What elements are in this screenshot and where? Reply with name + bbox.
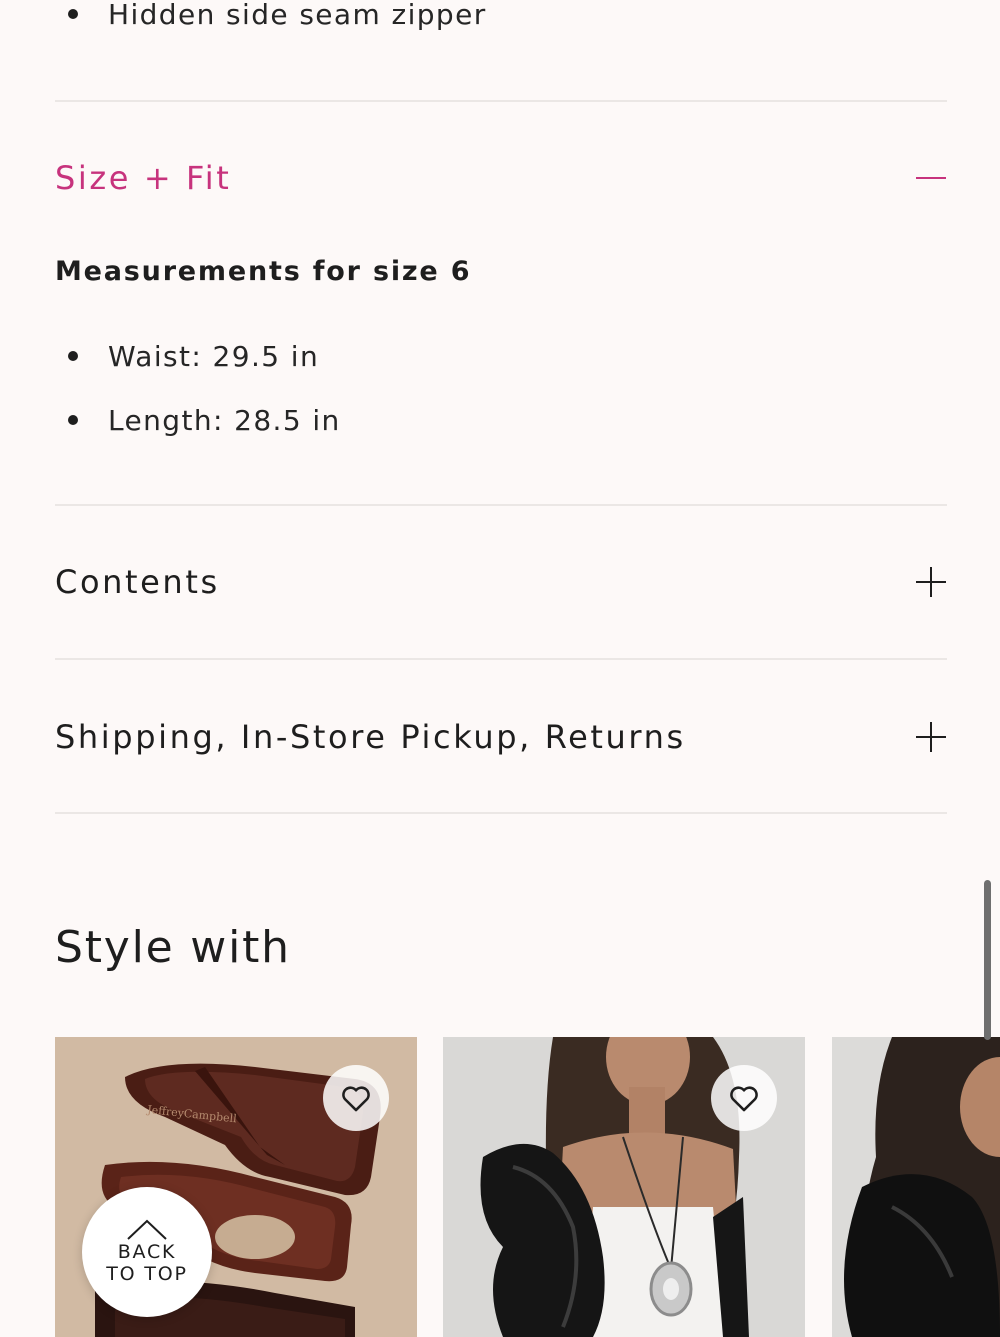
heart-outline-icon [339, 1081, 373, 1115]
accordion-shipping-title: Shipping, In-Store Pickup, Returns [55, 718, 686, 756]
bullet-icon [68, 9, 78, 19]
scrollbar[interactable] [984, 880, 991, 1040]
divider [55, 100, 947, 102]
favorite-button[interactable] [323, 1065, 389, 1131]
details-list-item-text: Hidden side seam zipper [108, 0, 487, 31]
accordion-size-fit[interactable]: Size + Fit [55, 148, 947, 208]
product-image[interactable] [832, 1037, 1000, 1337]
accordion-contents[interactable]: Contents [55, 552, 947, 612]
product-card[interactable] [832, 1037, 1000, 1337]
bullet-icon [68, 351, 78, 361]
measurement-item: Length: 28.5 in [55, 400, 341, 440]
product-card[interactable] [443, 1037, 805, 1337]
measurements-heading: Measurements for size 6 [55, 256, 472, 287]
measurement-item-text: Waist: 29.5 in [108, 339, 320, 373]
divider [55, 658, 947, 660]
style-with-heading: Style with [55, 922, 291, 973]
plus-icon[interactable] [915, 721, 947, 753]
details-list-item: Hidden side seam zipper [55, 0, 487, 34]
back-to-top-button[interactable]: BACK TO TOP [82, 1187, 212, 1317]
favorite-button[interactable] [711, 1065, 777, 1131]
minus-icon[interactable] [915, 162, 947, 194]
back-to-top-label-line2: TO TOP [106, 1263, 188, 1285]
bullet-icon [68, 415, 78, 425]
back-to-top-label-line1: BACK [117, 1241, 177, 1263]
accordion-size-fit-title: Size + Fit [55, 159, 232, 197]
divider [55, 812, 947, 814]
chevron-up-icon [126, 1219, 168, 1241]
accordion-shipping[interactable]: Shipping, In-Store Pickup, Returns [55, 707, 947, 767]
measurement-item-text: Length: 28.5 in [108, 403, 341, 437]
heart-outline-icon [727, 1081, 761, 1115]
measurement-item: Waist: 29.5 in [55, 336, 319, 376]
product-details-page: Hidden side seam zipper Size + Fit Measu… [0, 0, 1000, 1337]
divider [55, 504, 947, 506]
accordion-contents-title: Contents [55, 563, 220, 601]
plus-icon[interactable] [915, 566, 947, 598]
